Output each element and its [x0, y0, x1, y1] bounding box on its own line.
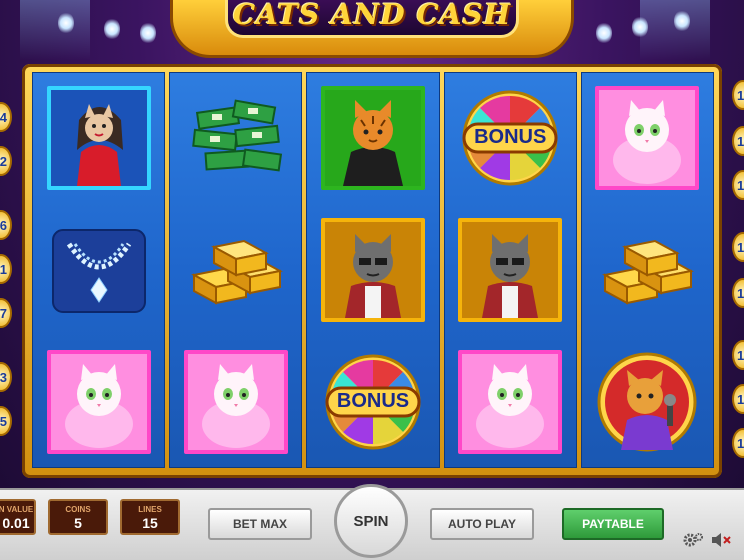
bet-max-button[interactable]: BET MAX: [208, 508, 312, 540]
lines-label: LINES: [138, 505, 162, 514]
settings-gear-icon[interactable]: [682, 530, 704, 550]
bonus-label: BONUS: [336, 390, 410, 412]
bonus-wheel-symbol: BONUS: [321, 350, 425, 454]
reel-4: BONUS: [443, 72, 577, 468]
payline-marker[interactable]: 3: [0, 362, 12, 392]
singer-cat-symbol: [595, 350, 699, 454]
white-cat-symbol: [46, 350, 151, 454]
payline-marker[interactable]: 15: [732, 428, 744, 458]
tabby-cat-symbol: [321, 86, 425, 190]
auto-play-button[interactable]: AUTO PLAY: [430, 508, 534, 540]
payline-marker[interactable]: 7: [0, 298, 12, 328]
gangster-cat-symbol: [458, 218, 563, 322]
coin-value: 0.01: [2, 515, 30, 531]
payline-marker[interactable]: 1: [0, 254, 12, 284]
reel-3: BONUS: [306, 72, 440, 468]
payline-marker[interactable]: 12: [732, 170, 744, 200]
payline-marker[interactable]: 13: [732, 384, 744, 414]
title-marquee: CATS AND CASH: [170, 0, 574, 58]
bonus-wheel-symbol: BONUS: [458, 86, 562, 190]
white-cat-symbol: [183, 350, 288, 454]
reel-1: [32, 72, 166, 468]
coins-label: COINS: [65, 505, 91, 514]
game-logo: CATS AND CASH: [232, 0, 512, 31]
coin-value-label: N VALUE: [0, 505, 34, 514]
white-cat-symbol: [458, 350, 563, 454]
payline-marker[interactable]: 2: [0, 146, 12, 176]
payline-marker[interactable]: 5: [0, 406, 12, 436]
reel-grid: BONUS BONUS: [32, 72, 715, 468]
coin-value-display: N VALUE 0.01: [0, 499, 36, 535]
reel-2: [169, 72, 303, 468]
payline-marker[interactable]: 4: [0, 102, 12, 132]
gold-bars-symbol: [184, 218, 288, 322]
lady-cat-symbol: [46, 86, 151, 190]
payline-marker[interactable]: 6: [0, 210, 12, 240]
lines-value: 15: [142, 515, 158, 531]
lines-selector[interactable]: LINES 15: [120, 499, 180, 535]
bonus-label: BONUS: [474, 126, 547, 148]
payline-marker[interactable]: 10: [732, 232, 744, 262]
gold-bars-symbol: [595, 218, 699, 322]
payline-marker[interactable]: 11: [732, 278, 744, 308]
white-cat-symbol: [595, 86, 700, 190]
reel-5: [580, 72, 715, 468]
payline-marker[interactable]: 12: [732, 126, 744, 156]
coins-selector[interactable]: COINS 5: [48, 499, 108, 535]
payline-marker[interactable]: 14: [732, 80, 744, 110]
spin-button[interactable]: SPIN: [334, 484, 408, 558]
paytable-button[interactable]: PAYTABLE: [562, 508, 664, 540]
diamond-necklace-symbol: [47, 218, 151, 322]
control-bar: N VALUE 0.01 COINS 5 LINES 15 BET MAX SP…: [0, 484, 744, 560]
payline-marker[interactable]: 15: [732, 340, 744, 370]
coins-value: 5: [74, 515, 82, 531]
gangster-cat-symbol: [321, 218, 425, 322]
cash-stacks-symbol: [184, 86, 288, 190]
sound-mute-icon[interactable]: [710, 530, 732, 550]
